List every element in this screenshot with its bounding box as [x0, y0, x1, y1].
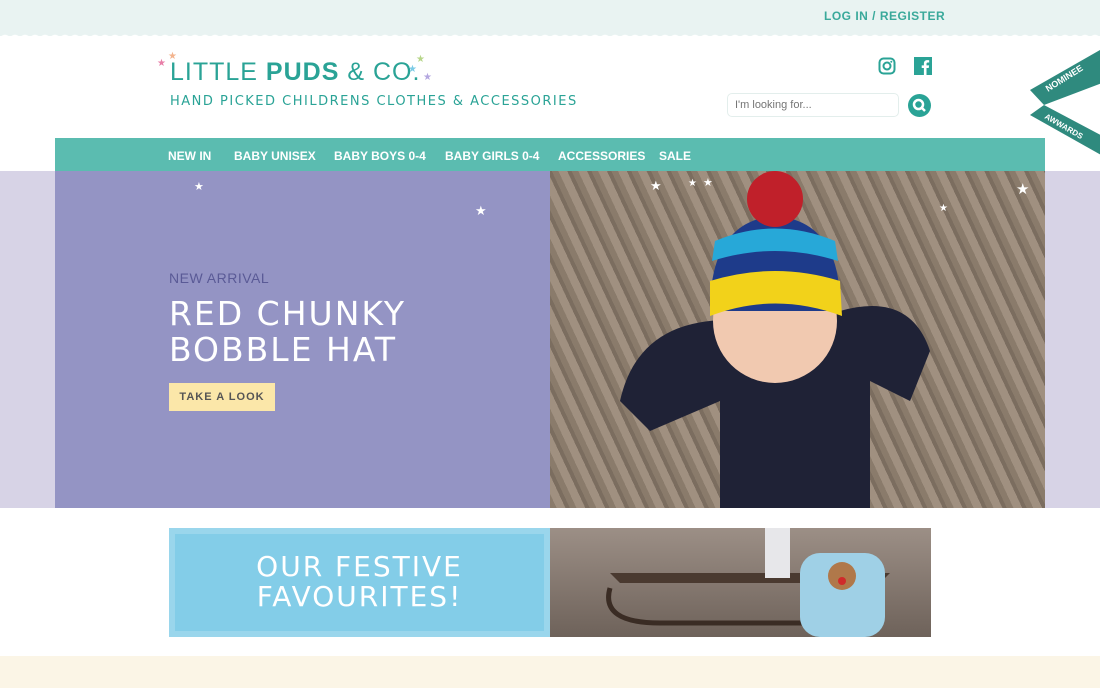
nav-baby-boys[interactable]: BABY BOYS 0-4 — [334, 149, 426, 163]
star-icon: ★ — [688, 178, 697, 189]
hero-eyebrow: NEW ARRIVAL — [169, 270, 270, 286]
star-icon: ★ — [939, 203, 948, 214]
nav-baby-unisex[interactable]: BABY UNISEX — [234, 149, 316, 163]
nav-baby-girls[interactable]: BABY GIRLS 0-4 — [445, 149, 539, 163]
star-icon: ★ — [168, 51, 177, 62]
hero-title: RED CHUNKY BOBBLE HAT — [169, 294, 406, 369]
search-icon — [912, 98, 926, 112]
star-icon: ★ — [416, 54, 425, 65]
tagline: HAND PICKED CHILDRENS CLOTHES & ACCESSOR… — [170, 94, 578, 109]
star-icon: ★ — [650, 178, 662, 193]
promo-title: OUR FESTIVE FAVOURITES! — [256, 550, 463, 613]
festive-favourites-banner[interactable]: OUR FESTIVE FAVOURITES! — [169, 528, 550, 637]
footer-band — [0, 656, 1100, 688]
star-icon: ★ — [1016, 181, 1030, 198]
sled-photo-illustration — [606, 528, 890, 637]
nav-accessories[interactable]: ACCESSORIES — [558, 149, 645, 163]
star-icon: ★ — [703, 177, 713, 189]
facebook-icon[interactable] — [914, 57, 932, 75]
instagram-icon[interactable] — [878, 57, 896, 75]
wave-divider — [0, 30, 1100, 40]
login-register-link[interactable]: LOG IN / REGISTER — [824, 9, 945, 23]
star-icon: ★ — [194, 181, 204, 193]
main-nav: NEW IN BABY UNISEX BABY BOYS 0-4 BABY GI… — [55, 138, 1045, 171]
promo-image-sled[interactable] — [550, 528, 931, 637]
star-icon: ★ — [475, 203, 487, 218]
baby-photo-illustration — [620, 171, 930, 508]
search-button[interactable] — [908, 94, 931, 117]
hero-image-baby-hat[interactable] — [550, 171, 1045, 508]
logo-text: LITTLE — [170, 58, 266, 86]
search-input[interactable] — [727, 93, 899, 117]
star-icon: ★ — [157, 58, 166, 69]
take-a-look-button[interactable]: TAKE A LOOK — [169, 383, 275, 411]
nav-new-in[interactable]: NEW IN — [168, 149, 211, 163]
logo[interactable]: LITTLE PUDS & CO. — [170, 58, 420, 87]
star-icon: ★ — [408, 64, 417, 75]
logo-bold-text: PUDS — [265, 58, 340, 86]
star-icon: ★ — [423, 72, 432, 83]
nav-sale[interactable]: SALE — [659, 149, 691, 163]
